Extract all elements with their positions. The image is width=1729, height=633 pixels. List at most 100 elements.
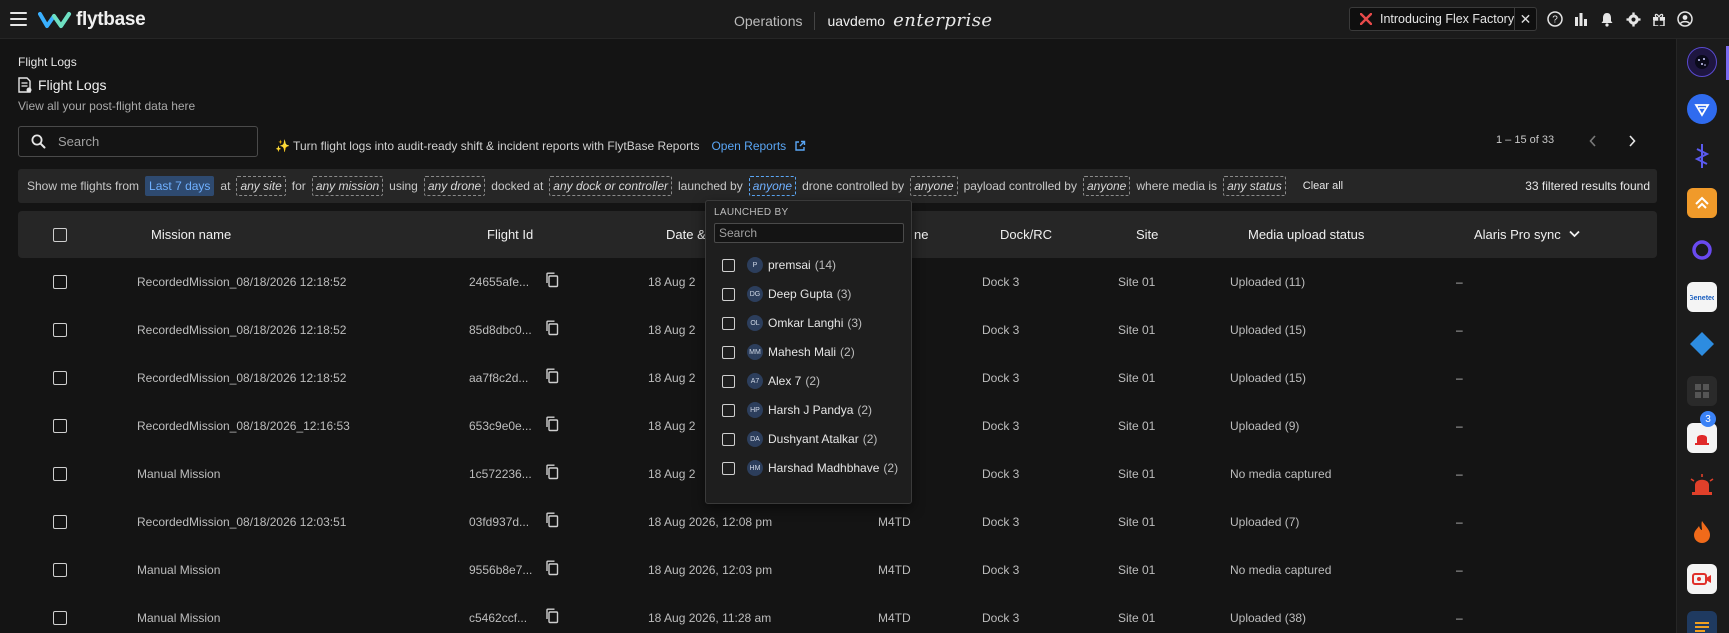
stack-app-icon[interactable] [1687, 611, 1717, 633]
page-title-wrap: Flight Logs [18, 77, 106, 93]
dropdown-option[interactable]: DG Deep Gupta (3) [722, 282, 902, 306]
grid-app-icon[interactable] [1687, 376, 1717, 406]
open-reports-link[interactable]: Open Reports [711, 139, 786, 153]
dropdown-option[interactable]: OL Omkar Langhi (3) [722, 311, 902, 335]
profile-icon[interactable] [1676, 10, 1694, 28]
help-icon[interactable]: ? [1546, 10, 1564, 28]
option-checkbox[interactable] [722, 316, 735, 330]
dropdown-option[interactable]: DA Dushyant Atalkar (2) [722, 427, 902, 451]
alarm-app-icon[interactable] [1687, 423, 1717, 453]
row-mission-name[interactable]: RecordedMission_08/18/2026 12:18:52 [137, 323, 346, 337]
nav-operations[interactable]: Operations [734, 13, 802, 29]
breadcrumb[interactable]: Flight Logs [18, 55, 77, 69]
filter-drone-controlled-by[interactable]: anyone [910, 176, 958, 196]
option-checkbox[interactable] [722, 461, 735, 475]
row-checkbox[interactable] [53, 371, 67, 385]
filter-mission[interactable]: any mission [311, 176, 384, 196]
row-mission-name[interactable]: Manual Mission [137, 563, 220, 577]
external-link-icon[interactable] [794, 140, 806, 152]
gift-icon[interactable] [1650, 10, 1668, 28]
row-mission-name[interactable]: RecordedMission_08/18/2026 12:18:52 [137, 371, 346, 385]
copy-icon[interactable] [545, 320, 559, 336]
camera-app-icon[interactable] [1687, 564, 1717, 594]
row-checkbox[interactable] [53, 611, 67, 625]
ring-app-icon[interactable] [1687, 235, 1717, 265]
dropdown-option[interactable]: Ppremsai (14) [722, 253, 902, 277]
select-all-checkbox[interactable] [53, 228, 67, 242]
copy-icon[interactable] [545, 272, 559, 288]
option-checkbox[interactable] [722, 374, 735, 388]
settings-icon[interactable] [1624, 10, 1642, 28]
copy-icon[interactable] [545, 368, 559, 384]
filter-dock[interactable]: any dock or controller [549, 176, 673, 196]
home-app-icon[interactable] [1687, 188, 1717, 218]
column-dock-rc[interactable]: Dock/RC [1000, 227, 1052, 242]
row-checkbox[interactable] [53, 563, 67, 577]
option-checkbox[interactable] [722, 345, 735, 359]
column-date[interactable]: Date & [666, 227, 706, 242]
siren-app-icon[interactable] [1687, 470, 1717, 500]
notifications-icon[interactable] [1598, 10, 1616, 28]
table-row[interactable]: Manual Mission c5462ccf... 18 Aug 2026, 11… [18, 595, 1657, 633]
row-mission-name[interactable]: RecordedMission_08/18/2026 12:18:52 [137, 275, 346, 289]
dropdown-option[interactable]: HP Harsh J Pandya (2) [722, 398, 902, 422]
workflow-app-icon[interactable] [1687, 141, 1717, 171]
table-row[interactable]: Manual Mission 9556b8e7... 18 Aug 2026, 12… [18, 547, 1657, 595]
dispatch-app-icon[interactable] [1687, 94, 1717, 124]
fire-app-icon[interactable] [1687, 517, 1717, 547]
dropdown-option[interactable]: A7 Alex 7 (2) [722, 369, 902, 393]
prev-page-button[interactable] [1583, 131, 1603, 151]
logo[interactable]: flytbase [38, 9, 146, 31]
option-checkbox[interactable] [722, 258, 735, 272]
row-mission-name[interactable]: Manual Mission [137, 467, 220, 481]
copy-icon[interactable] [545, 560, 559, 576]
column-drone[interactable]: ne [914, 227, 928, 242]
search-box[interactable] [18, 126, 258, 157]
filter-payload-controlled-by[interactable]: anyone [1082, 176, 1131, 196]
row-checkbox[interactable] [53, 275, 67, 289]
column-flight-id[interactable]: Flight Id [487, 227, 533, 242]
genetec-app-icon[interactable]: Genetec [1687, 282, 1717, 312]
flight-logs-app-icon[interactable] [1687, 47, 1717, 77]
dropdown-search-input[interactable] [719, 226, 899, 240]
analytics-icon[interactable] [1572, 10, 1590, 28]
filter-site[interactable]: any site [236, 176, 286, 196]
option-checkbox[interactable] [722, 432, 735, 446]
row-checkbox[interactable] [53, 467, 67, 481]
row-checkbox[interactable] [53, 515, 67, 529]
dropdown-search-box[interactable] [714, 223, 904, 243]
filter-media-status[interactable]: any status [1223, 176, 1286, 196]
nav-divider [814, 11, 816, 30]
row-mission-name[interactable]: RecordedMission_08/18/2026_12:16:53 [137, 419, 350, 433]
filter-date-range[interactable]: Last 7 days [145, 176, 215, 196]
option-checkbox[interactable] [722, 287, 735, 301]
filter-launched-by[interactable]: anyone [748, 176, 797, 196]
chevron-down-icon[interactable] [1569, 230, 1580, 238]
copy-icon[interactable] [545, 416, 559, 432]
clear-all-button[interactable]: Clear all [1303, 180, 1343, 192]
copy-icon[interactable] [545, 608, 559, 624]
dropdown-option[interactable]: MM Mahesh Mali (2) [722, 340, 902, 364]
copy-icon[interactable] [545, 512, 559, 528]
next-page-button[interactable] [1622, 131, 1642, 151]
row-checkbox[interactable] [53, 419, 67, 433]
copy-icon[interactable] [545, 464, 559, 480]
column-site[interactable]: Site [1136, 227, 1158, 242]
page-subtitle: View all your post-flight data here [18, 99, 196, 113]
column-media-upload-status[interactable]: Media upload status [1248, 227, 1364, 242]
column-mission-name[interactable]: Mission name [151, 227, 231, 242]
promo-banner[interactable]: Introducing Flex Factory ✕ [1349, 7, 1537, 31]
option-checkbox[interactable] [722, 403, 735, 417]
dropdown-option[interactable]: HM Harshad Madhbhave (2) [722, 456, 902, 480]
promo-close-button[interactable]: ✕ [1514, 8, 1536, 30]
search-input[interactable] [58, 134, 248, 149]
row-checkbox[interactable] [53, 323, 67, 337]
row-mission-name[interactable]: RecordedMission_08/18/2026 12:03:51 [137, 515, 346, 529]
diamond-app-icon[interactable] [1687, 329, 1717, 359]
menu-icon[interactable] [10, 12, 27, 26]
org-name[interactable]: uavdemo [827, 13, 885, 29]
column-alaris-pro-sync[interactable]: Alaris Pro sync [1474, 227, 1561, 242]
row-mission-name[interactable]: Manual Mission [137, 611, 220, 625]
filter-drone[interactable]: any drone [423, 176, 486, 196]
table-row[interactable]: RecordedMission_08/18/2026 12:03:51 03fd9… [18, 499, 1657, 547]
